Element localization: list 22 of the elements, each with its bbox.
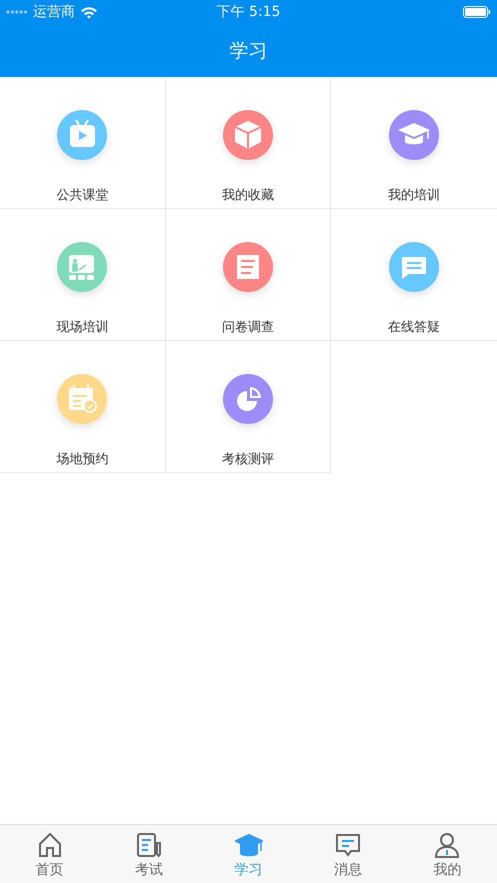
exam-icon — [135, 831, 164, 859]
feature-tile[interactable]: 在线答疑 — [331, 209, 497, 341]
status-time: 下午 5:15 — [216, 3, 280, 21]
feature-tile[interactable]: 考核测评 — [166, 341, 332, 473]
cap-icon — [234, 831, 263, 859]
feature-tile[interactable]: 公共课堂 — [0, 77, 166, 209]
tab-bar-item[interactable]: 首页 — [0, 825, 100, 883]
feature-tile[interactable]: 我的培训 — [331, 77, 497, 209]
feature-tile[interactable]: 场地预约 — [0, 341, 166, 473]
wifi-icon — [80, 6, 98, 18]
message-icon — [334, 831, 362, 859]
page-title: 学习 — [230, 38, 268, 64]
feature-tile[interactable]: 现场培训 — [0, 209, 166, 341]
signal-icon — [6, 10, 28, 14]
person-icon — [433, 831, 462, 859]
tab-bar-item[interactable]: 考试 — [99, 825, 199, 883]
tab-bar-item[interactable]: 消息 — [298, 825, 398, 883]
carrier-name: 运营商 — [33, 3, 75, 21]
feature-tile[interactable]: 问卷调查 — [166, 209, 332, 341]
feature-tile[interactable]: 我的收藏 — [166, 77, 332, 209]
battery-icon — [463, 6, 491, 18]
tab-bar-item[interactable]: 我的 — [398, 825, 497, 883]
